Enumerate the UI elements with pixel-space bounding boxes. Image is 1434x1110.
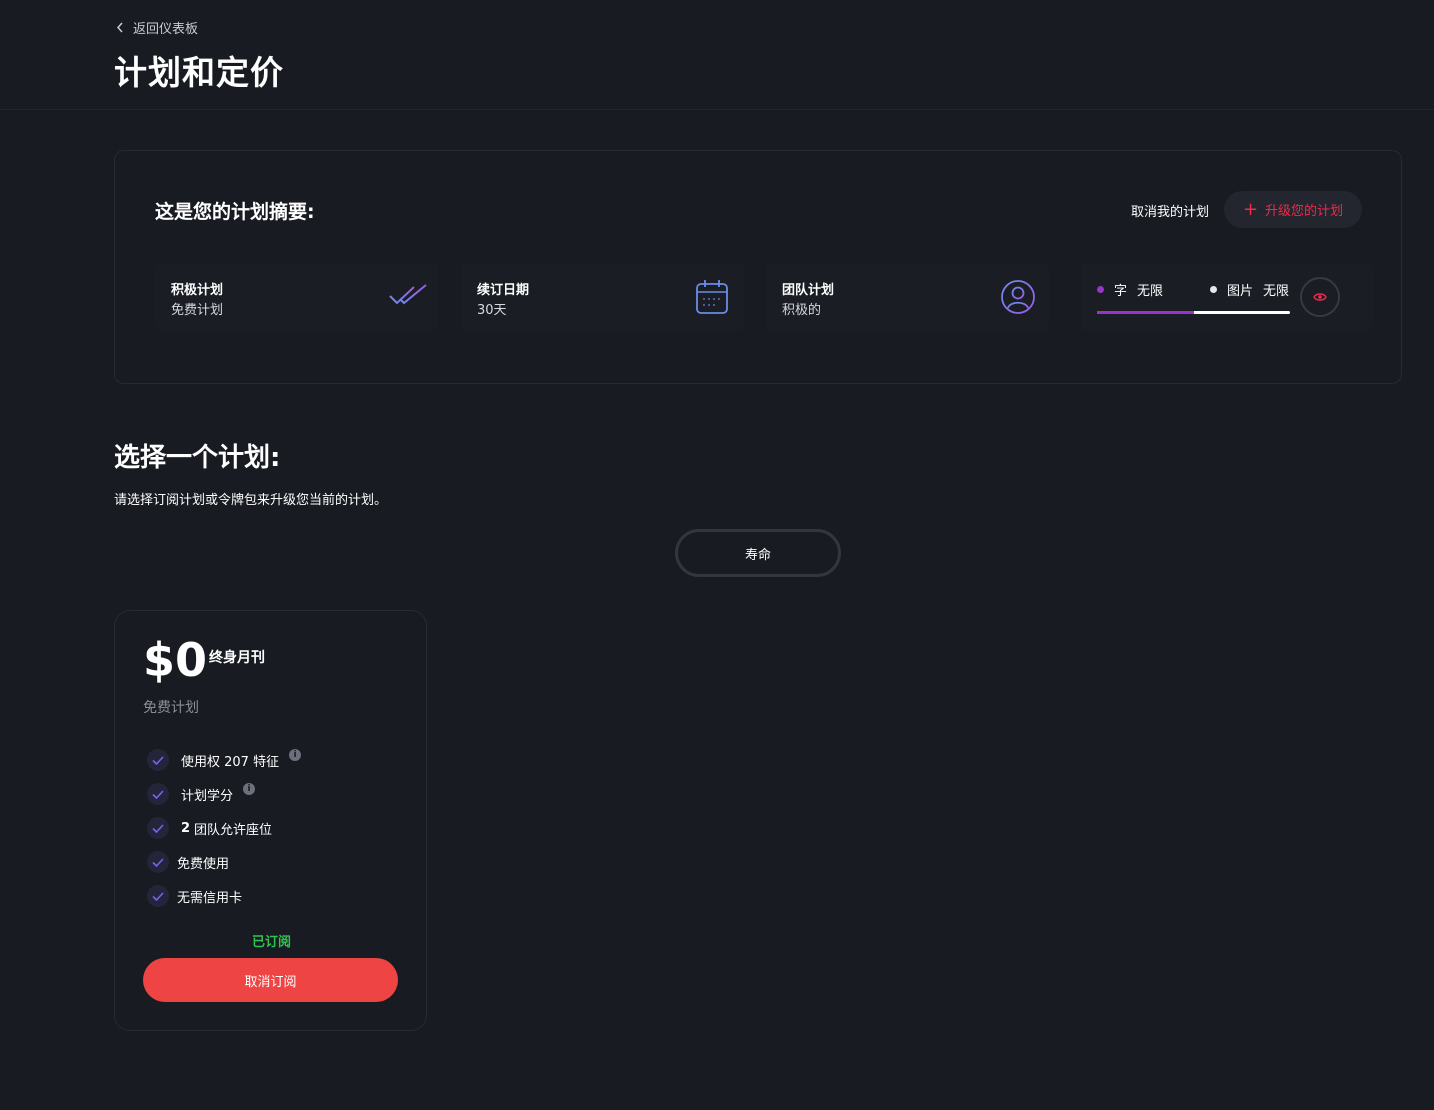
subscribed-badge: 已订阅 [251, 935, 291, 950]
back-to-dashboard-link[interactable]: 返回仪表板 [116, 18, 198, 37]
words-dot-icon [1097, 286, 1104, 293]
usage-progress-bar [1097, 311, 1290, 314]
info-icon[interactable]: i [289, 749, 302, 761]
stat-value: 30天 [477, 303, 507, 318]
stat-value: 积极的 [782, 303, 822, 318]
list-item: 计划学分 i [147, 777, 301, 811]
back-link-label: 返回仪表板 [133, 22, 199, 37]
tab-lifetime[interactable]: 寿命 [675, 529, 841, 577]
stat-label: 团队计划 [782, 283, 835, 298]
cancel-my-plan-link[interactable]: 取消我的计划 [1131, 201, 1209, 220]
usage-words-value: 无限 [1137, 284, 1164, 299]
plan-period: 终身月刊 [209, 650, 265, 666]
upgrade-plan-button[interactable]: + 升级您的计划 [1224, 191, 1362, 228]
stat-value: 免费计划 [171, 303, 224, 318]
feature-text: 计划学分 [181, 788, 234, 804]
choose-plan-title: 选择一个计划: [114, 443, 281, 473]
feature-text: 团队允许座位 [194, 822, 273, 838]
info-icon[interactable]: i [243, 783, 256, 795]
choose-plan-subtitle: 请选择订阅计划或令牌包来升级您当前的计划。 [114, 493, 388, 508]
calendar-icon [696, 280, 728, 314]
upgrade-plan-label: 升级您的计划 [1265, 204, 1344, 219]
list-item: 使用权 207 特征 i [147, 743, 302, 777]
feature-text: 使用权 207 特征 [181, 754, 280, 770]
usage-progress-fill [1097, 311, 1194, 314]
cancel-subscription-button[interactable]: 取消订阅 [143, 958, 398, 1002]
feature-text: 无需信用卡 [177, 890, 243, 906]
feature-list: 使用权 207 特征 i 计划学分 i 2 团队允许座位 免费使用 无需信用卡 [147, 743, 302, 913]
feature-bold: 2 [181, 820, 191, 836]
usage-words-label: 字 [1114, 284, 1128, 299]
list-item: 2 团队允许座位 [147, 811, 301, 845]
list-item: 免费使用 [147, 845, 301, 879]
stat-renewal-date: 续订日期 30天 [461, 263, 744, 331]
check-icon [147, 817, 169, 839]
stat-active-plan: 积极计划 免费计划 [155, 263, 438, 331]
user-circle-icon [1001, 280, 1035, 314]
summary-title: 这是您的计划摘要: [155, 201, 315, 223]
images-dot-icon [1210, 286, 1217, 293]
usage-images: 图片 无限 [1210, 280, 1289, 299]
usage-images-label: 图片 [1227, 284, 1254, 299]
stat-label: 续订日期 [477, 283, 530, 298]
eye-icon [1313, 293, 1327, 301]
page-title: 计划和定价 [114, 53, 284, 92]
usage-images-value: 无限 [1263, 284, 1290, 299]
check-icon [147, 851, 169, 873]
toggle-usage-visibility-button[interactable] [1300, 277, 1340, 317]
feature-text: 免费使用 [177, 856, 230, 872]
list-item: 无需信用卡 [147, 879, 301, 913]
stat-label: 积极计划 [171, 283, 224, 298]
plus-icon: + [1242, 198, 1259, 220]
check-icon [147, 885, 169, 907]
plan-name: 免费计划 [143, 700, 199, 716]
check-icon [147, 749, 169, 771]
plan-price: $0 [143, 633, 208, 687]
free-plan-card: $0 终身月刊 免费计划 使用权 207 特征 i 计划学分 i 2 团队允许座… [114, 610, 427, 1031]
double-check-icon [389, 284, 427, 305]
chevron-left-icon [116, 22, 123, 33]
stat-team-plan: 团队计划 积极的 [766, 263, 1049, 331]
check-icon [147, 783, 169, 805]
plan-summary-card: 这是您的计划摘要: 取消我的计划 + 升级您的计划 积极计划 免费计划 续订日期… [114, 150, 1402, 384]
page-header: 返回仪表板 计划和定价 [0, 0, 1434, 110]
usage-words: 字 无限 [1097, 280, 1163, 299]
